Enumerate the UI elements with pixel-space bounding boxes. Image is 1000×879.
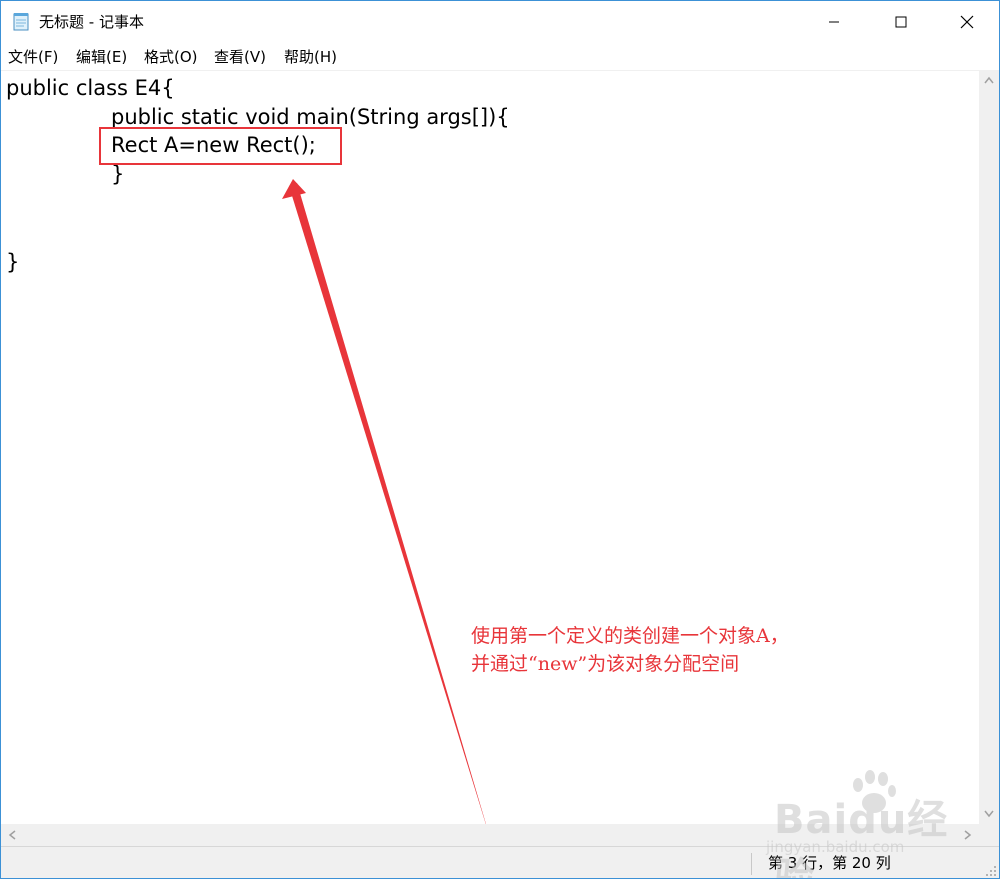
chevron-down-icon xyxy=(984,810,994,818)
title-bar[interactable]: 无标题 - 记事本 xyxy=(1,1,999,42)
minimize-button[interactable] xyxy=(811,1,857,42)
watermark-logo: Baidu经验 xyxy=(774,797,949,879)
annotation-line-1: 使用第一个定义的类创建一个对象A， xyxy=(471,625,789,647)
chevron-up-icon xyxy=(984,76,994,84)
text-editor[interactable]: public class E4{ public static void main… xyxy=(1,70,979,825)
menu-format[interactable]: 格式(O) xyxy=(144,47,198,67)
baidu-watermark: Baidu经验 jingyan.baidu.com xyxy=(756,769,956,878)
maximize-icon xyxy=(895,16,907,27)
scroll-left-button[interactable] xyxy=(1,824,23,846)
scroll-up-button[interactable] xyxy=(979,70,999,90)
resize-grip-icon[interactable] xyxy=(985,865,997,877)
menu-bar: 文件(F) 编辑(E) 格式(O) 查看(V) 帮助(H) xyxy=(1,42,999,70)
scrollbar-corner xyxy=(979,824,999,846)
menu-help[interactable]: 帮助(H) xyxy=(284,47,337,67)
minimize-icon xyxy=(829,21,839,22)
vertical-scrollbar[interactable] xyxy=(979,70,999,824)
close-icon xyxy=(960,15,974,28)
annotation-line-2: 并通过“new”为该对象分配空间 xyxy=(471,653,740,675)
notepad-icon xyxy=(13,13,29,31)
window-title: 无标题 - 记事本 xyxy=(39,13,144,31)
annotation-text: 使用第一个定义的类创建一个对象A， 并通过“new”为该对象分配空间 xyxy=(471,622,789,678)
menu-view[interactable]: 查看(V) xyxy=(214,47,266,67)
notepad-window: 无标题 - 记事本 文件(F) 编辑(E) 格式(O) 查看(V) 帮助(H) … xyxy=(0,0,1000,879)
menu-edit[interactable]: 编辑(E) xyxy=(76,47,127,67)
scroll-right-button[interactable] xyxy=(957,824,979,846)
maximize-button[interactable] xyxy=(878,1,924,42)
chevron-right-icon xyxy=(964,830,972,840)
scroll-down-button[interactable] xyxy=(979,804,999,824)
status-divider xyxy=(751,853,752,875)
chevron-left-icon xyxy=(8,830,16,840)
watermark-url: jingyan.baidu.com xyxy=(766,838,905,856)
menu-file[interactable]: 文件(F) xyxy=(8,47,58,67)
close-button[interactable] xyxy=(944,1,990,42)
annotation-arrow xyxy=(282,179,487,825)
